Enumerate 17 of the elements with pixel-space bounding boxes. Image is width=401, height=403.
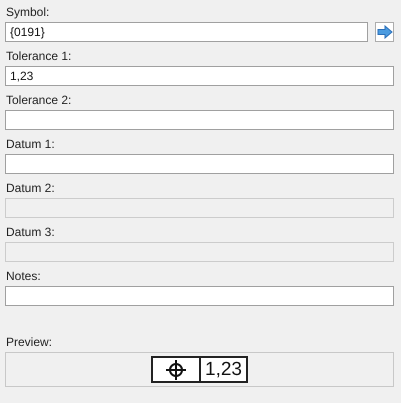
insert-button[interactable] [375, 22, 394, 42]
field-label: Datum 1: [5, 136, 55, 153]
field-label: Notes: [5, 268, 41, 285]
field-label: Datum 3: [5, 224, 55, 241]
preview-label: Preview: [5, 334, 52, 351]
input-field[interactable] [5, 154, 394, 174]
tolerance-cell: 1,23 [201, 358, 246, 381]
field-label: Symbol: [5, 4, 50, 21]
input-field[interactable]: {0191} [5, 22, 368, 42]
field-label: Datum 2: [5, 180, 55, 197]
field-label: Tolerance 1: [5, 48, 72, 65]
position-icon [165, 358, 187, 380]
input-field[interactable] [5, 110, 394, 130]
input-field[interactable] [5, 286, 394, 306]
input-field[interactable]: 1,23 [5, 66, 394, 86]
arrow-icon [376, 25, 392, 39]
field-label: Tolerance 2: [5, 92, 72, 109]
